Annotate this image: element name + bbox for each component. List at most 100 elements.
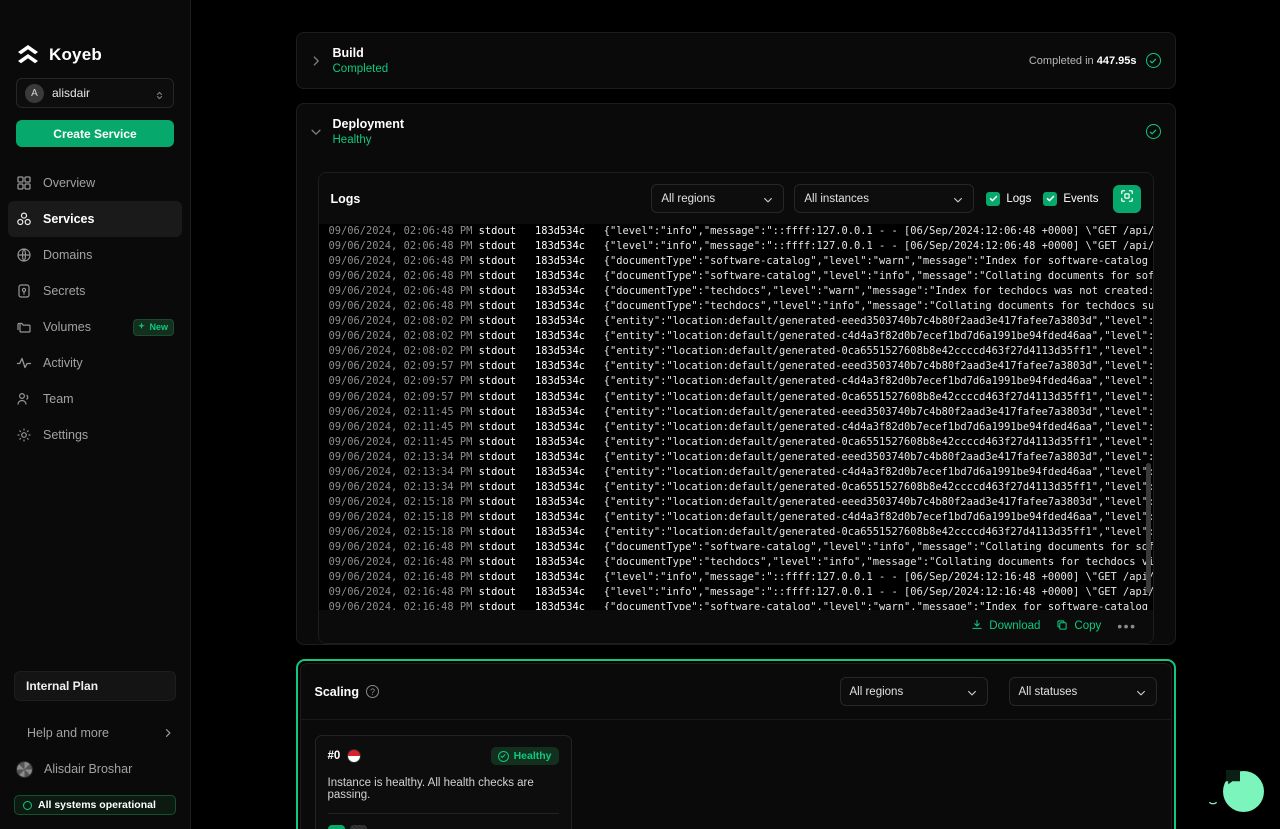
log-line: 09/06/2024, 02:13:34 PM stdout 183d534c … <box>329 450 1153 465</box>
log-message: {"level":"info","message":"::ffff:127.0.… <box>603 571 1153 584</box>
instance-message: Instance is healthy. All health checks a… <box>327 777 559 814</box>
deployment-header[interactable]: Deployment Healthy <box>297 104 1175 159</box>
build-status: Completed <box>332 63 389 75</box>
log-stream: stdout <box>478 556 535 569</box>
log-timestamp: 09/06/2024, 02:16:48 PM <box>328 601 479 610</box>
log-instance-id: 183d534c <box>534 420 604 433</box>
log-stream: stdout <box>478 315 535 328</box>
logs-region-select[interactable]: All regions <box>651 184 785 213</box>
events-checkbox-group[interactable]: Events <box>1043 191 1099 206</box>
log-timestamp: 09/06/2024, 02:13:34 PM <box>328 480 479 493</box>
sidebar-item-overview[interactable]: Overview <box>8 165 182 201</box>
scaling-status-select[interactable]: All statuses <box>1008 677 1157 706</box>
status-badge[interactable]: All systems operational <box>14 795 176 815</box>
copy-button[interactable]: Copy <box>1056 619 1101 634</box>
log-instance-id: 183d534c <box>534 480 604 493</box>
folder-icon <box>16 319 32 335</box>
chevron-right-icon[interactable] <box>309 54 323 68</box>
more-options-button[interactable]: ••• <box>1117 618 1136 634</box>
scaling-region-select[interactable]: All regions <box>839 677 988 706</box>
logs-checkbox[interactable] <box>986 191 1001 206</box>
sidebar-item-services[interactable]: Services <box>8 201 182 237</box>
users-icon <box>16 391 32 407</box>
plan-box[interactable]: Internal Plan <box>14 671 176 701</box>
help-circle-icon[interactable]: ? <box>365 685 379 698</box>
instance-card[interactable]: #0 Healthy Instance is healthy. All heal… <box>314 735 572 829</box>
log-message: {"documentType":"techdocs","level":"info… <box>603 556 1153 569</box>
log-line: 09/06/2024, 02:15:18 PM stdout 183d534c … <box>329 495 1153 510</box>
sidebar-item-domains[interactable]: Domains <box>8 237 182 273</box>
log-timestamp: 09/06/2024, 02:11:45 PM <box>328 435 479 448</box>
log-stream: stdout <box>478 405 535 418</box>
log-message: {"entity":"location:default/generated-ee… <box>603 315 1153 328</box>
log-instance-id: 183d534c <box>534 330 604 343</box>
log-message: {"entity":"location:default/generated-ee… <box>603 405 1153 418</box>
log-stream: stdout <box>478 540 535 553</box>
sidebar-item-team[interactable]: Team <box>8 381 182 417</box>
content-column: Build Completed Completed in 447.95s Dep… <box>295 0 1176 829</box>
log-message: {"entity":"location:default/generated-ee… <box>603 495 1153 508</box>
log-line: 09/06/2024, 02:15:18 PM stdout 183d534c … <box>329 525 1153 540</box>
org-switcher[interactable]: A alisdair <box>16 78 174 108</box>
log-stream: stdout <box>478 450 535 463</box>
sidebar-item-settings[interactable]: Settings <box>8 417 182 453</box>
sidebar-item-volumes[interactable]: Volumes New <box>8 309 182 345</box>
log-instance-id: 183d534c <box>534 225 604 237</box>
log-timestamp: 09/06/2024, 02:16:48 PM <box>328 586 479 599</box>
build-duration-prefix: Completed in <box>1028 54 1097 67</box>
log-instance-id: 183d534c <box>534 405 604 418</box>
create-service-button[interactable]: Create Service <box>16 120 174 147</box>
log-line: 09/06/2024, 02:09:57 PM stdout 183d534c … <box>329 359 1153 374</box>
log-line: 09/06/2024, 02:09:57 PM stdout 183d534c … <box>329 374 1153 389</box>
chat-bubble-icon <box>1209 767 1264 817</box>
log-timestamp: 09/06/2024, 02:15:18 PM <box>328 510 479 523</box>
log-timestamp: 09/06/2024, 02:08:02 PM <box>328 330 479 343</box>
download-button[interactable]: Download <box>971 619 1040 634</box>
logs-checkbox-group[interactable]: Logs <box>986 191 1031 206</box>
log-message: {"entity":"location:default/generated-c4… <box>603 330 1153 343</box>
log-instance-id: 183d534c <box>534 255 604 268</box>
sidebar: Koyeb A alisdair Create Service Overview <box>0 0 191 829</box>
copy-icon <box>1056 619 1068 634</box>
region-flag-icon <box>347 749 362 763</box>
user-row[interactable]: Alisdair Broshar <box>8 751 182 787</box>
log-instance-id: 183d534c <box>534 586 604 599</box>
sidebar-item-secrets[interactable]: Secrets <box>8 273 182 309</box>
grid-icon <box>16 175 32 191</box>
fullscreen-button[interactable] <box>1112 184 1141 213</box>
log-line: 09/06/2024, 02:06:48 PM stdout 183d534c … <box>329 254 1153 269</box>
chat-widget-button[interactable] <box>1209 769 1264 812</box>
log-message: {"documentType":"techdocs","level":"info… <box>603 300 1153 313</box>
scaling-body: #0 Healthy Instance is healthy. All heal… <box>301 720 1171 829</box>
log-instance-id: 183d534c <box>534 465 604 478</box>
log-timestamp: 09/06/2024, 02:16:48 PM <box>328 571 479 584</box>
log-line: 09/06/2024, 02:08:02 PM stdout 183d534c … <box>329 344 1153 359</box>
sidebar-item-activity[interactable]: Activity <box>8 345 182 381</box>
log-line: 09/06/2024, 02:16:48 PM stdout 183d534c … <box>329 570 1153 585</box>
log-instance-id: 183d534c <box>534 390 604 403</box>
chevron-down-icon <box>966 686 978 698</box>
log-timestamp: 09/06/2024, 02:13:34 PM <box>328 465 479 478</box>
log-stream: stdout <box>478 586 535 599</box>
log-output[interactable]: 09/06/2024, 02:06:48 PM stdout 183d534c … <box>318 224 1153 610</box>
build-header[interactable]: Build Completed Completed in 447.95s <box>297 33 1175 88</box>
log-message: {"entity":"location:default/generated-0c… <box>603 345 1153 358</box>
logs-instance-value: All instances <box>804 192 869 205</box>
main-content: Build Completed Completed in 447.95s Dep… <box>191 0 1280 829</box>
log-stream: stdout <box>478 465 535 478</box>
sidebar-item-label: Overview <box>43 176 96 190</box>
sidebar-item-label: Services <box>43 212 95 226</box>
help-and-more[interactable]: Help and more <box>8 715 182 751</box>
chevron-down-icon[interactable] <box>309 125 323 139</box>
log-timestamp: 09/06/2024, 02:16:48 PM <box>328 540 479 553</box>
log-instance-id: 183d534c <box>534 450 604 463</box>
sidebar-bottom: Internal Plan Help and more Alisdair Bro… <box>0 671 190 829</box>
log-scrollbar[interactable] <box>1145 226 1151 608</box>
deployment-status: Healthy <box>332 134 372 146</box>
log-instance-id: 183d534c <box>534 375 604 388</box>
log-line: 09/06/2024, 02:16:48 PM stdout 183d534c … <box>329 555 1153 570</box>
events-checkbox[interactable] <box>1043 191 1058 206</box>
log-timestamp: 09/06/2024, 02:06:48 PM <box>328 300 479 313</box>
log-timestamp: 09/06/2024, 02:06:48 PM <box>328 225 479 237</box>
logs-instance-select[interactable]: All instances <box>794 184 975 213</box>
